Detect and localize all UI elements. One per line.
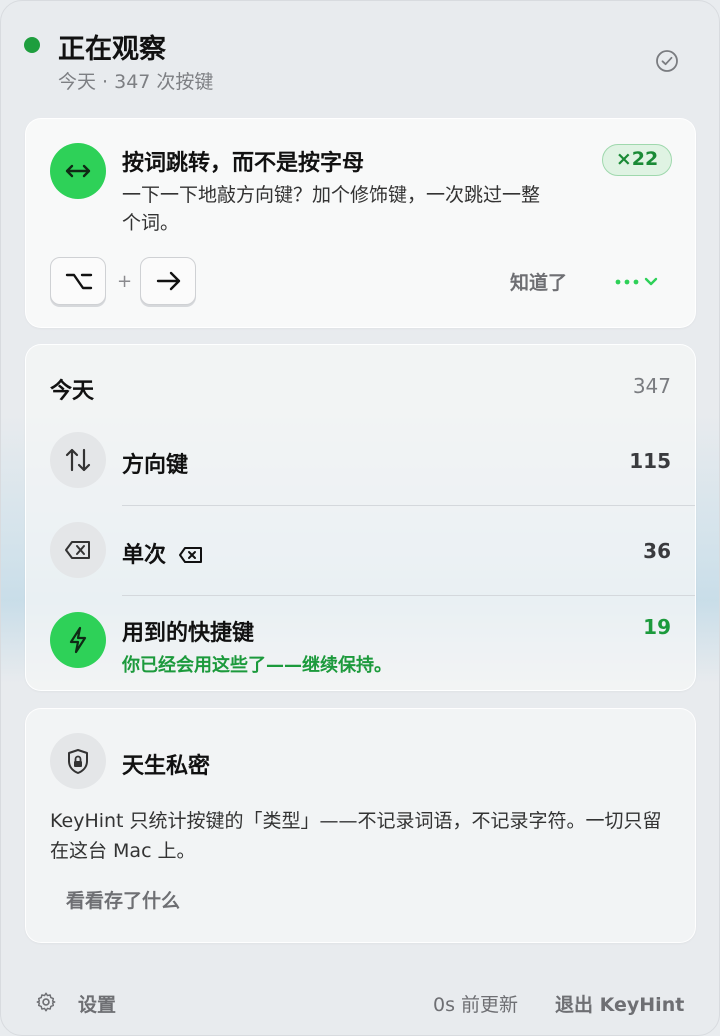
page-title: 正在观察 xyxy=(58,34,166,65)
today-card: 今天 347 方向键 115 单次 36 用到的快捷键 19 你已经会用这些了—… xyxy=(25,344,696,691)
row-value-shortcuts: 19 xyxy=(643,615,671,639)
ellipsis-chevron-down-icon[interactable] xyxy=(614,270,664,294)
status-dot xyxy=(24,37,40,53)
quit-button[interactable]: 退出 KeyHint xyxy=(555,990,684,1017)
today-total: 347 xyxy=(632,374,671,398)
checkmark-circle-icon[interactable] xyxy=(655,49,679,73)
delete-key-icon xyxy=(178,547,202,563)
today-label: 今天 xyxy=(50,379,95,404)
row-label-text: 单次 xyxy=(122,543,167,568)
plus-sign: + xyxy=(117,271,133,292)
arrow-left-right-icon xyxy=(50,143,106,199)
row-value-arrow-keys: 115 xyxy=(629,449,671,473)
dismiss-button[interactable]: 知道了 xyxy=(510,268,567,295)
last-updated: 0s 前更新 xyxy=(433,994,519,1016)
delete-key-icon xyxy=(50,522,106,578)
tip-description: 一下一下地敲方向键？加个修饰键，一次跳过一整个词。 xyxy=(122,184,541,234)
right-arrow-icon xyxy=(140,257,196,305)
shield-lock-icon xyxy=(50,733,106,789)
lightning-icon xyxy=(50,612,106,668)
row-label-shortcuts: 用到的快捷键 xyxy=(122,621,255,646)
divider xyxy=(122,595,695,596)
privacy-description: KeyHint 只统计按键的「类型」——不记录词语，不记录字符。一切只留在这台 … xyxy=(50,810,662,862)
row-value-single-delete: 36 xyxy=(643,539,671,563)
keyhint-panel: 正在观察 今天 · 347 次按键 按词跳转，而不是按字母 一下一下地敲方向键？… xyxy=(0,0,720,1036)
row-sub-shortcuts: 你已经会用这些了——继续保持。 xyxy=(122,655,392,676)
row-label-single-delete: 单次 xyxy=(122,537,204,569)
row-label-arrow-keys: 方向键 xyxy=(122,453,189,478)
privacy-card: 天生私密 KeyHint 只统计按键的「类型」——不记录词语，不记录字符。一切只… xyxy=(25,708,696,943)
gear-icon[interactable] xyxy=(35,991,57,1013)
divider xyxy=(122,505,695,506)
count-badge: ×22 xyxy=(602,144,672,176)
view-stored-data-link[interactable]: 看看存了什么 xyxy=(66,886,180,913)
tip-card: 按词跳转，而不是按字母 一下一下地敲方向键？加个修饰键，一次跳过一整个词。 ×2… xyxy=(25,118,696,328)
option-key-icon xyxy=(50,257,106,305)
settings-button[interactable]: 设置 xyxy=(78,990,116,1017)
tip-title: 按词跳转，而不是按字母 xyxy=(122,151,365,176)
arrows-up-down-icon xyxy=(50,432,106,488)
privacy-title: 天生私密 xyxy=(122,754,211,779)
page-subtitle: 今天 · 347 次按键 xyxy=(58,71,214,93)
